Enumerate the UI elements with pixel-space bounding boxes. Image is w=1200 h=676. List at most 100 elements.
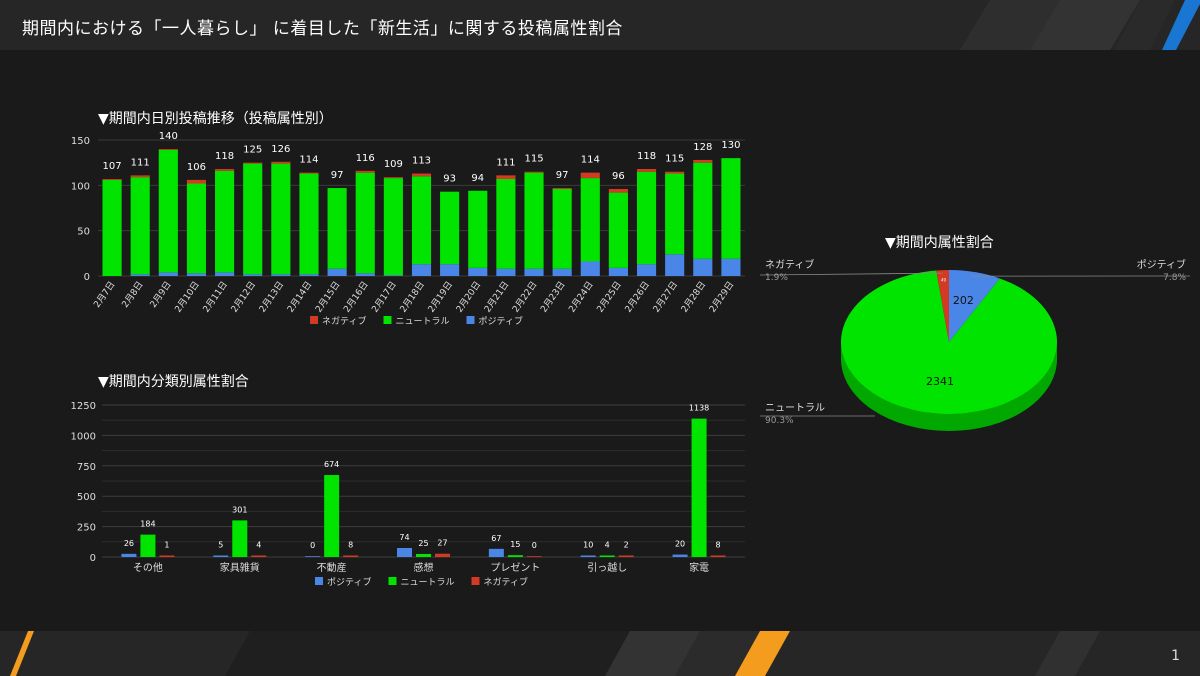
bar-total-label: 116 (356, 153, 375, 164)
bar-segment (130, 177, 150, 275)
bar-segment (355, 273, 375, 276)
bar-segment (552, 188, 572, 269)
x-tick-label: 2月11日 (201, 279, 230, 314)
bar-total-label: 111 (496, 157, 515, 168)
page-number: 1 (1171, 648, 1180, 664)
y-tick-label: 150 (71, 136, 90, 147)
bar (672, 554, 688, 557)
bar-value-label: 8 (716, 541, 721, 550)
x-tick-label: 2月13日 (257, 279, 286, 314)
bar-segment (355, 172, 375, 274)
bar-segment (468, 267, 488, 276)
bar-segment (721, 258, 741, 276)
bar-total-label: 111 (131, 157, 150, 168)
x-tick-label: 家具雑貨 (220, 561, 260, 574)
bar-total-label: 114 (299, 155, 318, 166)
pie-value-label: 202 (953, 294, 974, 307)
x-tick-label: 2月24日 (567, 279, 596, 314)
x-tick-label: 2月19日 (426, 279, 455, 314)
x-tick-label: 2月7日 (92, 279, 118, 309)
bar-segment (496, 268, 516, 276)
bar-segment (299, 173, 319, 275)
bar-segment (383, 275, 403, 276)
bar-segment (580, 172, 600, 179)
bar (232, 520, 248, 557)
bar-segment (215, 169, 235, 171)
bar-segment (299, 274, 319, 276)
bar (416, 553, 431, 557)
bar-total-label: 118 (215, 151, 234, 162)
bar-segment (693, 162, 713, 259)
x-tick-label: 2月17日 (370, 279, 399, 314)
bar-value-label: 0 (532, 541, 537, 550)
bar-total-label: 115 (665, 154, 684, 165)
x-tick-label: 2月27日 (651, 279, 680, 314)
bar-segment (102, 179, 122, 276)
x-tick-label: 2月20日 (454, 279, 483, 314)
bar-total-label: 97 (556, 170, 569, 181)
x-tick-label: 2月28日 (679, 279, 708, 314)
bar-segment (158, 272, 178, 276)
y-tick-label: 750 (77, 462, 96, 473)
bar-segment (186, 183, 207, 274)
bar (140, 534, 156, 557)
bar-segment (383, 177, 403, 179)
bar-segment (665, 173, 685, 255)
bar-value-label: 10 (583, 541, 593, 550)
bar-total-label: 126 (271, 144, 290, 155)
bar-segment (130, 274, 150, 276)
x-tick-label: 2月22日 (510, 279, 539, 314)
bar-total-label: 106 (187, 162, 206, 173)
bar-segment (271, 161, 291, 164)
x-tick-label: 感想 (414, 561, 434, 574)
bar (618, 555, 634, 557)
bar (580, 555, 596, 557)
bar-segment (158, 149, 178, 273)
bar-value-label: 1138 (689, 404, 709, 413)
bar-segment (608, 188, 628, 193)
legend-swatch (315, 577, 323, 585)
legend-label: ポジティブ (479, 315, 523, 327)
category-chart-title: ▼期間内分類別属性割合 (98, 374, 249, 390)
legend-label: ニュートラル (396, 316, 450, 327)
bar-total-label: 130 (721, 140, 740, 151)
bar-value-label: 8 (348, 541, 353, 550)
bar-segment (468, 190, 488, 268)
bar-segment (693, 159, 713, 163)
y-tick-label: 0 (84, 272, 90, 283)
bar (159, 555, 175, 557)
bar-segment (608, 267, 628, 276)
bar (121, 553, 137, 557)
legend-label: ポジティブ (327, 576, 371, 588)
y-tick-label: 50 (77, 227, 90, 238)
bar-segment (327, 268, 347, 276)
bar-segment (243, 162, 263, 164)
bar-segment (186, 179, 207, 184)
bar-segment (102, 178, 122, 180)
bar-value-label: 1 (164, 541, 169, 550)
page-title: 期間内における「一人暮らし」 に着目した「新生活」に関する投稿属性割合 (22, 19, 623, 39)
bar-segment (411, 173, 432, 177)
bar-segment (158, 149, 178, 150)
bar-segment (552, 188, 572, 189)
bar-segment (552, 268, 572, 276)
bar-total-label: 125 (243, 145, 262, 156)
x-tick-label: 2月26日 (623, 279, 652, 314)
bar-segment (215, 170, 235, 273)
bar-value-label: 4 (605, 541, 610, 550)
bar-segment (355, 170, 375, 173)
bar-segment (721, 158, 741, 259)
x-tick-label: 2月9日 (148, 279, 174, 309)
bar-segment (524, 171, 544, 173)
bar-value-label: 20 (675, 540, 685, 549)
legend-swatch (310, 316, 318, 324)
legend-swatch (388, 577, 397, 585)
bar-total-label: 115 (524, 154, 543, 165)
bar-value-label: 2 (624, 541, 629, 550)
bar (324, 475, 340, 557)
bar-segment (327, 188, 347, 269)
y-tick-label: 250 (77, 523, 96, 534)
x-tick-label: 2月21日 (482, 279, 511, 314)
bar-segment (411, 176, 432, 265)
header-bar: 期間内における「一人暮らし」 に着目した「新生活」に関する投稿属性割合 (0, 0, 1200, 50)
